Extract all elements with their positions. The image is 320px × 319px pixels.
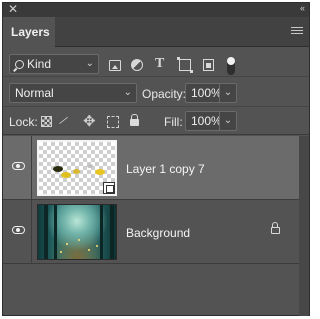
visibility-eye-icon[interactable] (12, 226, 25, 234)
lock-image-icon[interactable]: ⁄ (61, 113, 68, 128)
lock-row: Lock: ⁄ ✥ Fill: 100% ⌄ (3, 107, 309, 135)
tree-trunk (54, 205, 57, 259)
butterfly-shape (95, 169, 105, 175)
layer-name[interactable]: Layer 1 copy 7 (126, 162, 205, 176)
layer-name[interactable]: Background (126, 226, 190, 240)
opacity-dropdown-button[interactable]: ⌄ (219, 83, 237, 103)
butterfly-shape (73, 169, 80, 174)
fill-label: Fill: (164, 115, 183, 129)
tree-trunk (110, 205, 114, 259)
tree-trunk (100, 205, 103, 259)
layer-row[interactable]: Background (3, 200, 299, 264)
search-icon (15, 60, 24, 69)
fill-input[interactable]: 100% (185, 111, 222, 131)
panel-title-bar: ✕ ‹‹ (3, 2, 309, 17)
sparkle (60, 251, 62, 253)
pixel-filter-icon[interactable] (109, 60, 121, 71)
butterfly-shape (87, 164, 93, 168)
chevron-down-icon: ⌄ (123, 87, 132, 98)
kind-label: Kind (27, 57, 52, 71)
butterfly-shape (61, 172, 71, 178)
lock-artboard-icon[interactable] (107, 116, 119, 128)
layers-list: Layer 1 copy 7 Background (3, 136, 309, 266)
scrollbar[interactable] (299, 136, 309, 316)
opacity-input[interactable]: 100% (185, 83, 222, 103)
layer-thumbnail[interactable] (37, 204, 117, 260)
visibility-eye-icon[interactable] (12, 162, 25, 170)
divider (31, 200, 32, 264)
blend-mode-dropdown[interactable]: Normal ⌄ (9, 83, 137, 103)
smart-object-filter-icon[interactable] (203, 59, 214, 71)
lock-position-icon[interactable]: ✥ (83, 112, 96, 130)
blend-row: Normal ⌄ Opacity: 100% ⌄ (3, 79, 309, 107)
layers-panel: ✕ ‹‹ Layers Kind ⌄ T Normal ⌄ Opacity: 1… (2, 2, 310, 316)
tree-trunk (44, 205, 48, 259)
smart-object-badge-icon (103, 182, 115, 194)
blend-mode-value: Normal (15, 86, 54, 100)
fill-dropdown-button[interactable]: ⌄ (219, 111, 237, 131)
lock-pixels-icon[interactable] (41, 116, 52, 127)
layer-row[interactable]: Layer 1 copy 7 (3, 136, 299, 200)
tab-bar: Layers (3, 17, 309, 47)
butterfly-shape (53, 166, 63, 172)
filter-row: Kind ⌄ T (3, 49, 309, 77)
sparkle (66, 243, 68, 245)
shape-filter-icon[interactable] (177, 57, 193, 73)
sparkle (88, 249, 90, 251)
collapse-icon[interactable]: ‹‹ (300, 3, 305, 13)
opacity-label: Opacity: (142, 87, 187, 101)
lock-label: Lock: (9, 115, 38, 129)
adjustment-filter-icon[interactable] (131, 59, 143, 71)
lock-all-icon[interactable] (130, 114, 139, 126)
type-filter-icon[interactable]: T (155, 56, 164, 72)
divider (31, 136, 32, 200)
filter-toggle[interactable] (227, 57, 235, 75)
chevron-down-icon: ⌄ (85, 58, 94, 69)
sparkle (96, 245, 98, 247)
layer-thumbnail[interactable] (37, 140, 117, 196)
close-icon[interactable]: ✕ (8, 2, 18, 16)
tab-layers[interactable]: Layers (3, 17, 55, 47)
sparkle (78, 239, 80, 241)
panel-menu-icon[interactable] (291, 27, 303, 36)
kind-filter-dropdown[interactable]: Kind ⌄ (9, 54, 99, 74)
lock-icon[interactable] (271, 222, 280, 234)
